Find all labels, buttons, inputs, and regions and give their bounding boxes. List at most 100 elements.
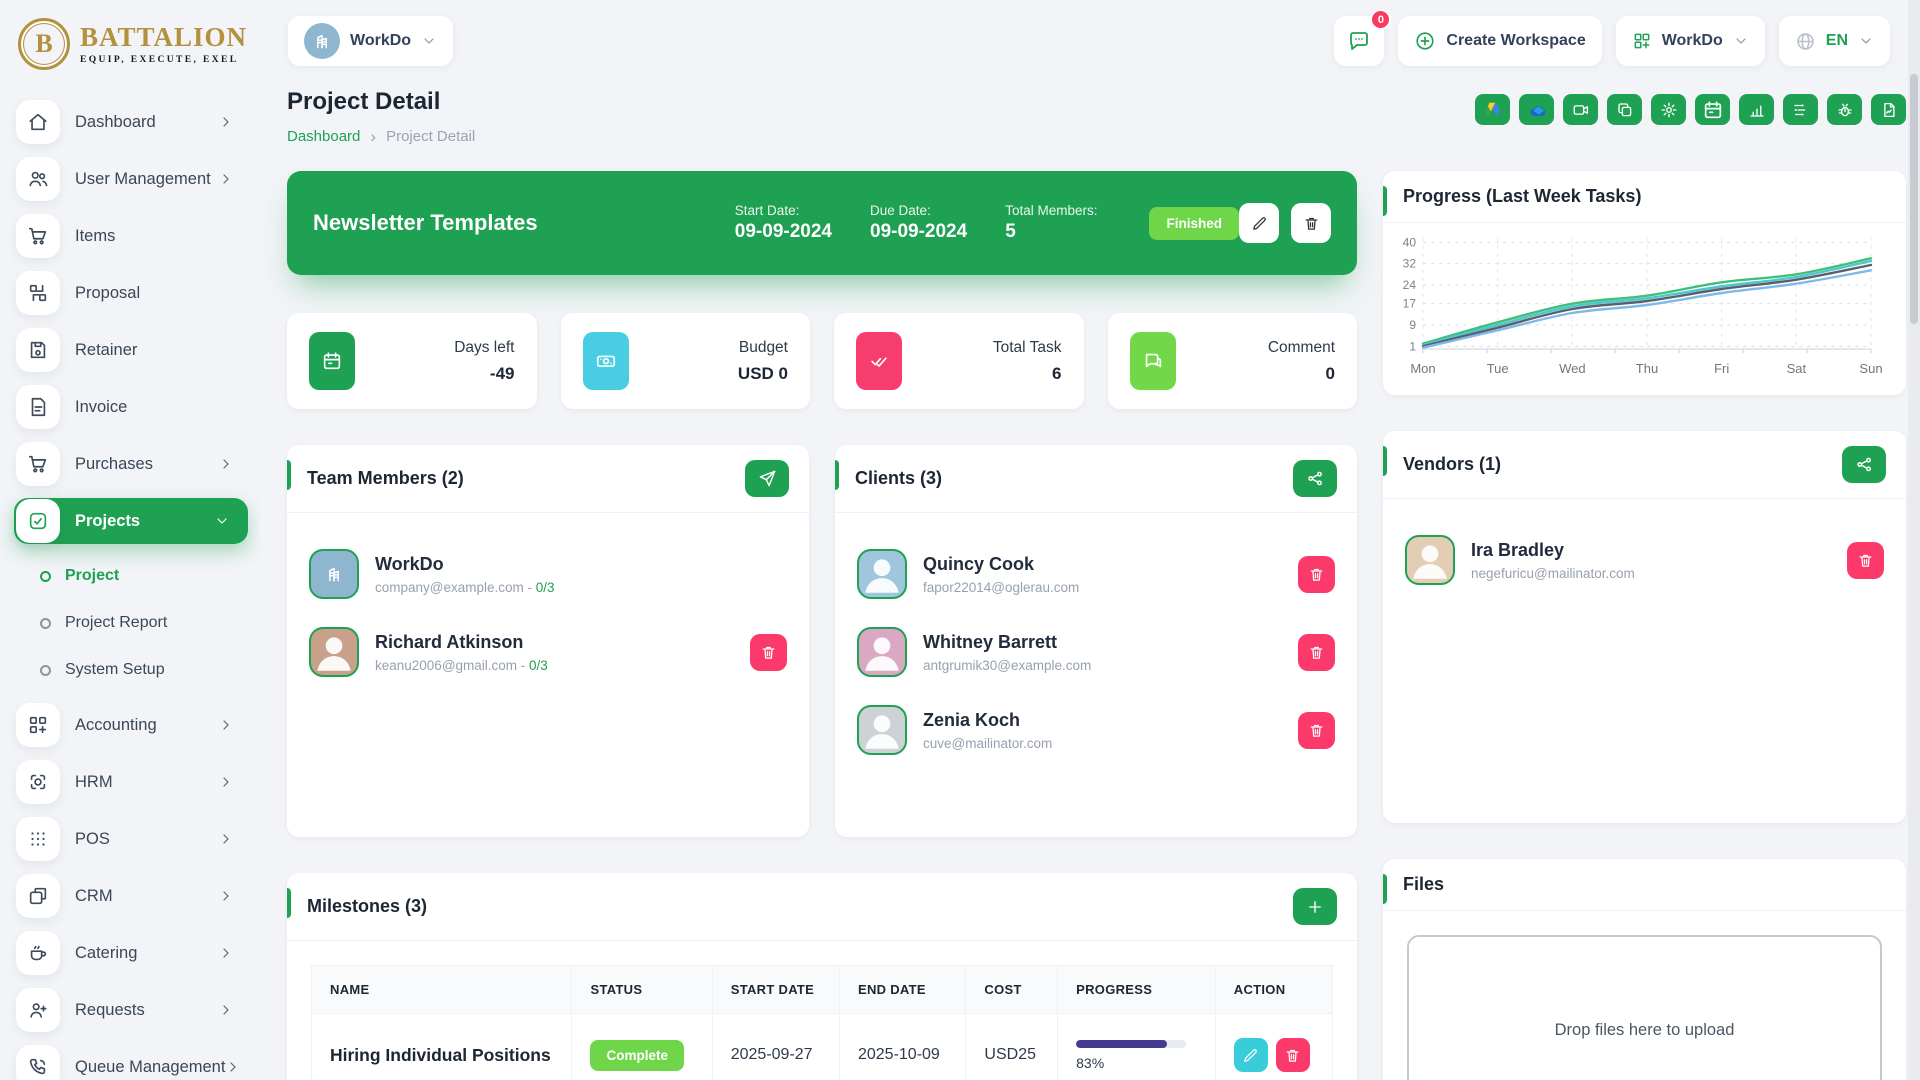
chevron-right-icon	[218, 945, 234, 961]
settings-icon	[1660, 101, 1678, 119]
double-check-icon	[856, 332, 902, 390]
stat-value: -49	[454, 364, 514, 384]
invite-member-button[interactable]	[745, 460, 789, 497]
workspace-switcher[interactable]: WorkDo	[288, 16, 453, 66]
language-selector[interactable]: EN	[1779, 16, 1890, 66]
sidebar-item-user-management[interactable]: User Management	[14, 156, 248, 202]
onedrive-button[interactable]	[1519, 94, 1554, 125]
sidebar-item-catering[interactable]: Catering	[14, 930, 248, 976]
messages-badge: 0	[1370, 9, 1391, 30]
add-milestone-button[interactable]	[1293, 888, 1337, 925]
sidebar-item-dashboard[interactable]: Dashboard	[14, 99, 248, 145]
sidebar-item-pos[interactable]: POS	[14, 816, 248, 862]
sidebar-item-items[interactable]: Items	[14, 213, 248, 259]
avatar	[857, 549, 907, 599]
chevron-down-icon	[214, 513, 230, 529]
page-scrollbar[interactable]	[1908, 0, 1920, 1080]
sidebar-item-label: Requests	[75, 1001, 218, 1020]
column-header-start-date: START DATE	[712, 966, 839, 1014]
copy-button[interactable]	[1607, 94, 1642, 125]
circle-icon	[40, 665, 51, 676]
cart-icon	[16, 214, 60, 258]
sidebar-item-requests[interactable]: Requests	[14, 987, 248, 1033]
breadcrumb-dashboard-link[interactable]: Dashboard	[287, 128, 360, 145]
due-date: Due Date: 09-09-2024	[870, 203, 967, 243]
sidebar-item-accounting[interactable]: Accounting	[14, 702, 248, 748]
sidebar-item-crm[interactable]: CRM	[14, 873, 248, 919]
column-header-cost: COST	[966, 966, 1058, 1014]
share-clients-button[interactable]	[1293, 460, 1337, 497]
video-button[interactable]	[1563, 94, 1598, 125]
delete-member-button[interactable]	[1298, 556, 1335, 593]
retainer-icon	[16, 328, 60, 372]
svg-text:17: 17	[1403, 297, 1417, 311]
bug-button[interactable]	[1827, 94, 1862, 125]
sidebar-item-invoice[interactable]: Invoice	[14, 384, 248, 430]
chevron-right-icon	[218, 114, 234, 130]
sidebar: B BATTALION EQUIP, EXECUTE, EXEL Dashboa…	[0, 0, 260, 1080]
file-dropzone[interactable]: Drop files here to upload	[1407, 935, 1882, 1080]
pos-icon	[16, 817, 60, 861]
scrollbar-thumb[interactable]	[1910, 74, 1918, 324]
timeline-button[interactable]	[1783, 94, 1818, 125]
team-members-list: WorkDo company@example.com - 0/3 Richard…	[287, 513, 809, 713]
delete-member-button[interactable]	[1847, 542, 1884, 579]
trash-icon	[1303, 215, 1320, 232]
member-name: Quincy Cook	[923, 554, 1079, 575]
sidebar-item-label: Invoice	[75, 398, 238, 417]
edit-milestone-button[interactable]	[1234, 1038, 1268, 1072]
vendors-title: Vendors (1)	[1403, 454, 1501, 475]
sidebar-item-queue-management[interactable]: Queue Management	[14, 1044, 248, 1080]
share-icon	[1306, 469, 1325, 488]
sidebar-subitem-project[interactable]: Project	[40, 555, 248, 597]
stat-label: Comment	[1268, 339, 1335, 357]
create-workspace-button[interactable]: Create Workspace	[1398, 16, 1601, 66]
integrations-toolbar	[1475, 94, 1906, 125]
sidebar-item-projects[interactable]: Projects	[14, 498, 248, 544]
delete-member-button[interactable]	[1298, 634, 1335, 671]
clients-panel: Clients (3) Quincy Cook fapor22014@ogler…	[835, 445, 1357, 837]
settings-button[interactable]	[1651, 94, 1686, 125]
report-button[interactable]	[1871, 94, 1906, 125]
sidebar-subitem-label: Project Report	[65, 614, 167, 632]
messages-button[interactable]: 0	[1334, 16, 1384, 66]
column-header-end-date: END DATE	[839, 966, 965, 1014]
stat-value: 0	[1268, 364, 1335, 384]
delete-milestone-button[interactable]	[1276, 1038, 1310, 1072]
hrm-icon	[16, 760, 60, 804]
progress-bar	[1076, 1040, 1186, 1048]
timeline-icon	[1792, 101, 1810, 119]
google-drive-button[interactable]	[1475, 94, 1510, 125]
stat-card-total-task: Total Task 6	[834, 313, 1084, 409]
sidebar-item-proposal[interactable]: Proposal	[14, 270, 248, 316]
share-icon	[1855, 455, 1874, 474]
pencil-icon	[1242, 1047, 1259, 1064]
share-vendors-button[interactable]	[1842, 446, 1886, 483]
trash-icon	[1308, 722, 1325, 739]
sidebar-subitem-project-report[interactable]: Project Report	[40, 602, 248, 644]
delete-member-button[interactable]	[1298, 712, 1335, 749]
progress-chart: 4032241791MonTueWedThuFriSatSun	[1383, 223, 1906, 386]
svg-text:1: 1	[1409, 339, 1416, 353]
app-menu-label: WorkDo	[1662, 32, 1723, 50]
member-name: Whitney Barrett	[923, 632, 1091, 653]
sidebar-subitem-system-setup[interactable]: System Setup	[40, 649, 248, 691]
progress-panel: Progress (Last Week Tasks) 4032241791Mon…	[1383, 171, 1906, 395]
member-name: Richard Atkinson	[375, 632, 548, 653]
stat-card-comment: Comment 0	[1108, 313, 1358, 409]
pencil-icon	[1251, 215, 1268, 232]
calendar-button[interactable]	[1695, 94, 1730, 125]
chart-bars-button[interactable]	[1739, 94, 1774, 125]
delete-project-button[interactable]	[1291, 203, 1331, 243]
edit-project-button[interactable]	[1239, 203, 1279, 243]
delete-member-button[interactable]	[750, 634, 787, 671]
app-menu-button[interactable]: WorkDo	[1616, 16, 1765, 66]
crm-icon	[16, 874, 60, 918]
person-avatar-icon	[857, 627, 907, 677]
building-icon	[324, 564, 344, 584]
milestone-cost: USD25	[966, 1014, 1058, 1080]
sidebar-item-hrm[interactable]: HRM	[14, 759, 248, 805]
create-workspace-label: Create Workspace	[1446, 32, 1585, 50]
sidebar-item-retainer[interactable]: Retainer	[14, 327, 248, 373]
sidebar-item-purchases[interactable]: Purchases	[14, 441, 248, 487]
